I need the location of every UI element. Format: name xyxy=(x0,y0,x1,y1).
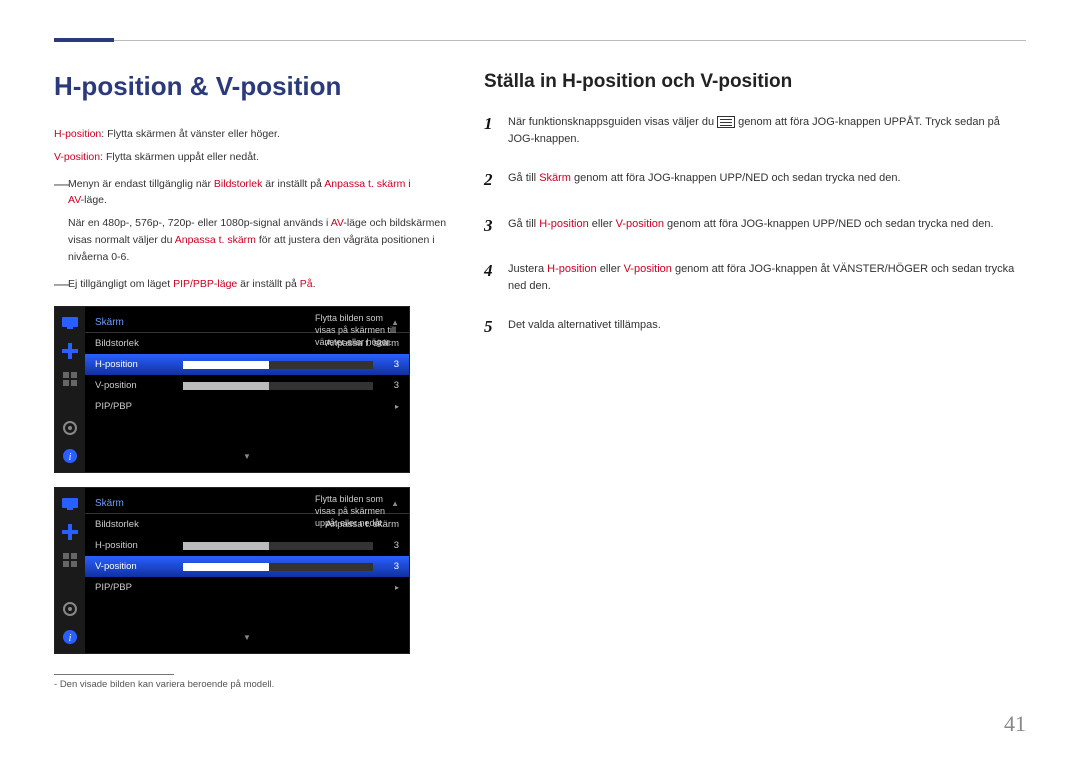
menu-icon xyxy=(717,116,735,128)
osd-tooltip: Flytta bilden som visas på skärmen uppåt… xyxy=(315,494,405,529)
grid-icon xyxy=(60,550,80,570)
svg-text:i: i xyxy=(69,633,72,644)
v-position-desc: V-position: Flytta skärmen uppåt eller n… xyxy=(54,149,454,166)
note-1: ― Menyn är endast tillgänglig när Bildst… xyxy=(54,176,454,266)
steps-list: 1 När funktionsknappsguiden visas väljer… xyxy=(484,111,1026,340)
osd-row-hposition: H-position 3 xyxy=(85,535,409,556)
step-number: 5 xyxy=(484,314,508,340)
osd-header: Skärm xyxy=(95,498,124,509)
grid-icon xyxy=(60,369,80,389)
info-icon: i xyxy=(60,627,80,647)
step-number: 4 xyxy=(484,258,508,284)
osd-row-vposition: V-position 3 xyxy=(85,556,409,577)
page-number: 41 xyxy=(1004,711,1026,737)
gear-icon xyxy=(60,599,80,619)
info-icon: i xyxy=(60,446,80,466)
dpad-icon xyxy=(60,341,80,361)
osd-row-pip: PIP/PBP ▸ xyxy=(85,396,409,417)
subtitle: Ställa in H-position och V-position xyxy=(484,71,1026,93)
osd-screenshot-hpos: i Skärm ▲ Flytta bilden som visas på skä… xyxy=(54,306,410,473)
osd-header: Skärm xyxy=(95,317,124,328)
gear-icon xyxy=(60,418,80,438)
osd-row-pip: PIP/PBP ▸ xyxy=(85,577,409,598)
note-2: ― Ej tillgängligt om läget PIP/PBP-läge … xyxy=(54,276,454,293)
page-title: H-position & V-position xyxy=(54,71,454,102)
monitor-icon xyxy=(60,313,80,333)
footnote: - Den visade bilden kan variera beroende… xyxy=(54,674,454,690)
svg-text:i: i xyxy=(69,452,72,463)
osd-screenshot-vpos: i Skärm ▲ Flytta bilden som visas på skä… xyxy=(54,487,410,654)
step-number: 3 xyxy=(484,213,508,239)
osd-row-hposition: H-position 3 xyxy=(85,354,409,375)
osd-tooltip: Flytta bilden som visas på skärmen till … xyxy=(315,313,405,348)
osd-row-vposition: V-position 3 xyxy=(85,375,409,396)
h-position-desc: H-position: Flytta skärmen åt vänster el… xyxy=(54,126,454,143)
dpad-icon xyxy=(60,522,80,542)
header-accent xyxy=(54,38,114,42)
step-number: 1 xyxy=(484,111,508,137)
monitor-icon xyxy=(60,494,80,514)
step-number: 2 xyxy=(484,167,508,193)
